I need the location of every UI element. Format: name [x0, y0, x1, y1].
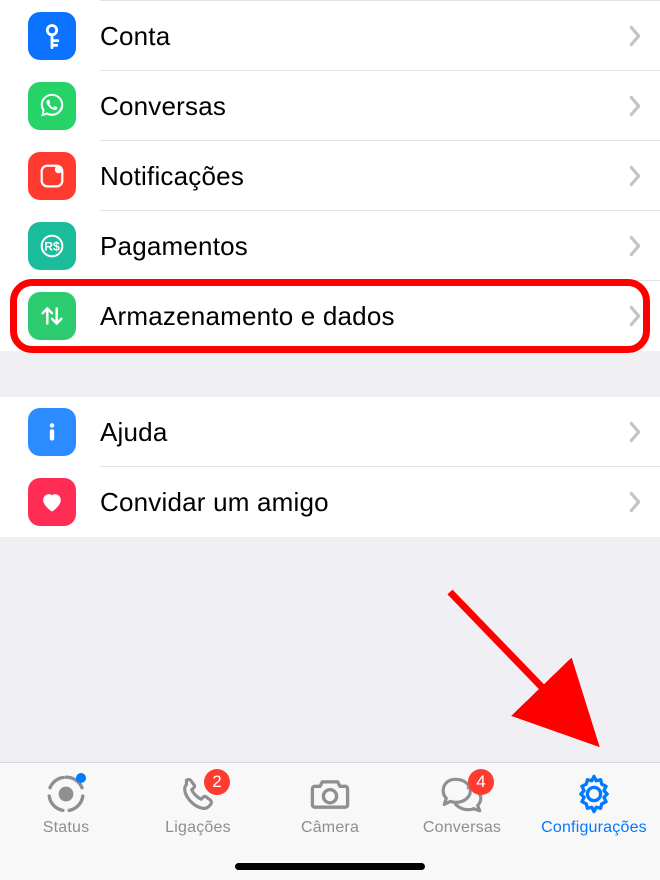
tab-status[interactable]: Status [0, 771, 132, 837]
annotation-arrow [430, 582, 650, 772]
settings-section-2: Ajuda Convidar um amigo [0, 397, 660, 537]
tab-label: Status [43, 819, 90, 837]
chevron-right-icon [628, 491, 642, 513]
whatsapp-icon [28, 82, 76, 130]
tab-label: Conversas [423, 819, 501, 837]
tab-chats[interactable]: 4 Conversas [396, 771, 528, 837]
home-indicator [235, 863, 425, 870]
settings-section-1: Conta Conversas Notificações [0, 0, 660, 351]
settings-row-payments[interactable]: R$ Pagamentos [0, 211, 660, 281]
settings-row-help[interactable]: Ajuda [0, 397, 660, 467]
tab-badge: 2 [204, 769, 230, 795]
settings-row-invite-friend[interactable]: Convidar um amigo [0, 467, 660, 537]
tab-camera[interactable]: Câmera [264, 771, 396, 837]
tab-label: Ligações [165, 819, 231, 837]
chevron-right-icon [628, 235, 642, 257]
settings-row-label: Notificações [100, 161, 628, 192]
settings-row-notifications[interactable]: Notificações [0, 141, 660, 211]
settings-row-chats[interactable]: Conversas [0, 71, 660, 141]
settings-row-label: Conta [100, 21, 628, 52]
settings-row-account[interactable]: Conta [0, 1, 660, 71]
settings-row-label: Conversas [100, 91, 628, 122]
key-icon [28, 12, 76, 60]
data-transfer-icon [28, 292, 76, 340]
chevron-right-icon [628, 165, 642, 187]
tab-settings[interactable]: Configurações [528, 771, 660, 837]
tab-label: Configurações [541, 819, 647, 837]
settings-row-label: Pagamentos [100, 231, 628, 262]
settings-row-storage-data[interactable]: Armazenamento e dados [0, 281, 660, 351]
tab-calls[interactable]: 2 Ligações [132, 771, 264, 837]
settings-row-label: Armazenamento e dados [100, 301, 628, 332]
chevron-right-icon [628, 421, 642, 443]
notification-icon [28, 152, 76, 200]
heart-icon [28, 478, 76, 526]
camera-icon [307, 771, 353, 817]
info-icon [28, 408, 76, 456]
payments-icon: R$ [28, 222, 76, 270]
settings-row-label: Convidar um amigo [100, 487, 628, 518]
gear-icon [571, 771, 617, 817]
chevron-right-icon [628, 305, 642, 327]
chevron-right-icon [628, 95, 642, 117]
status-unread-dot [76, 773, 86, 783]
tab-label: Câmera [301, 819, 359, 837]
tab-badge: 4 [468, 769, 494, 795]
settings-row-label: Ajuda [100, 417, 628, 448]
chevron-right-icon [628, 25, 642, 47]
svg-text:R$: R$ [44, 240, 60, 254]
